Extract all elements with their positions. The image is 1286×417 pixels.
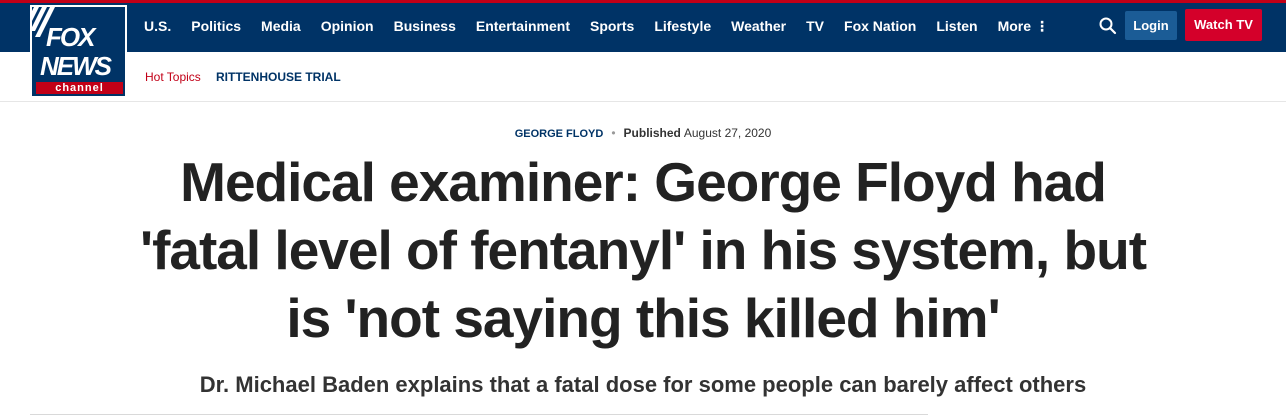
watch-tv-button[interactable]: Watch TV (1185, 9, 1262, 41)
hot-topics-label: Hot Topics (145, 70, 201, 84)
nav-item-media[interactable]: Media (261, 0, 301, 52)
article-headline: Medical examiner: George Floyd had 'fata… (139, 151, 1147, 349)
nav-item-tv[interactable]: TV (806, 0, 824, 52)
hot-topic-link-rittenhouse[interactable]: RITTENHOUSE TRIAL (216, 70, 341, 84)
nav-item-business[interactable]: Business (394, 0, 456, 52)
search-icon[interactable] (1098, 16, 1118, 36)
fox-news-logo[interactable]: FOX NEWS channel (30, 5, 127, 98)
logo-news-text: NEWS (40, 51, 112, 81)
published-label: Published (623, 126, 681, 140)
logo-fox-text: FOX (46, 22, 95, 52)
meta-separator: • (611, 126, 616, 140)
published-date: August 27, 2020 (683, 126, 772, 140)
article-subheadline: Dr. Michael Baden explains that a fatal … (199, 372, 1087, 397)
nav-item-politics[interactable]: Politics (191, 0, 241, 52)
logo-channel-text: channel (36, 82, 123, 94)
nav-item-opinion[interactable]: Opinion (321, 0, 374, 52)
nav-item-fox-nation[interactable]: Fox Nation (844, 0, 916, 52)
nav-more-button[interactable]: More ⋮ (998, 0, 1049, 52)
nav-item-lifestyle[interactable]: Lifestyle (654, 0, 711, 52)
nav-more-label: More (997, 18, 1032, 34)
nav-item-sports[interactable]: Sports (590, 0, 634, 52)
main-nav: U.S. Politics Media Opinion Business Ent… (144, 0, 1069, 52)
nav-item-weather[interactable]: Weather (731, 0, 786, 52)
login-button[interactable]: Login (1125, 11, 1177, 40)
article-category-link[interactable]: GEORGE FLOYD (515, 128, 604, 140)
vertical-dots-icon: ⋮ (1035, 18, 1050, 34)
nav-item-us[interactable]: U.S. (144, 0, 171, 52)
nav-item-entertainment[interactable]: Entertainment (476, 0, 570, 52)
article-meta: GEORGE FLOYD • Published August 27, 2020 (0, 126, 1286, 140)
nav-item-listen[interactable]: Listen (936, 0, 977, 52)
divider (30, 414, 928, 415)
